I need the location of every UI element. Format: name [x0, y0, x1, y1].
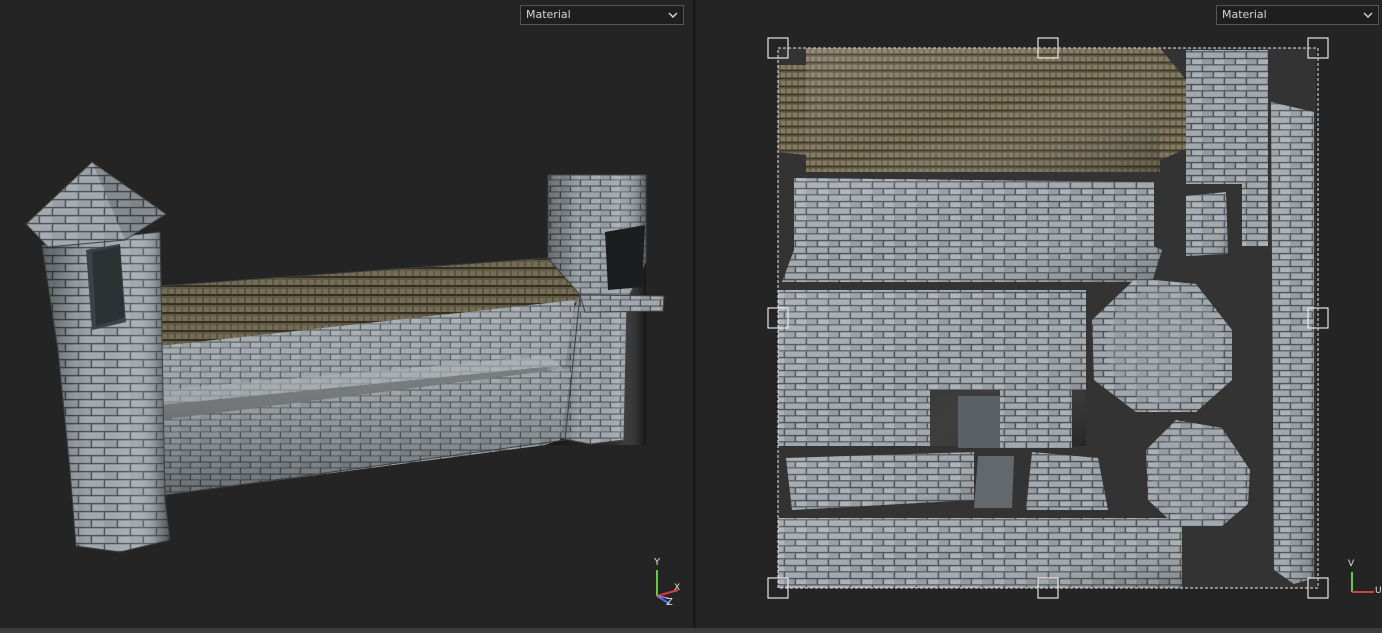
viewport-uv[interactable]: V U Material — [696, 0, 1382, 628]
uv-island-piece-b — [1000, 390, 1072, 448]
axis-x-label: X — [674, 583, 681, 593]
material-select-uv[interactable]: Material — [1216, 5, 1379, 25]
uv-island-wall-long — [782, 178, 1162, 282]
uv-island-strip-b — [1242, 50, 1268, 246]
status-strip — [0, 628, 1382, 633]
uv-island-roof — [778, 48, 1188, 172]
chevron-down-icon — [668, 12, 678, 18]
material-select-3d-value: Material — [526, 8, 571, 21]
uv-island-piece-c — [974, 456, 1014, 508]
uv-island-piece-a — [958, 396, 1000, 448]
uv-layout[interactable] — [696, 0, 1382, 628]
axis-z-label: Z — [666, 597, 673, 608]
uv-island-strip-a — [1186, 50, 1242, 184]
uv-island-piece-d — [1026, 452, 1108, 510]
material-select-uv-value: Material — [1222, 8, 1267, 21]
viewport-3d[interactable]: Y X Z Material — [0, 0, 693, 628]
axis-gizmo-uv — [1351, 572, 1374, 593]
castle-wall-model[interactable] — [0, 0, 693, 628]
axis-v-label: V — [1348, 559, 1355, 569]
chevron-down-icon — [1363, 12, 1373, 18]
main-wall — [159, 257, 581, 496]
left-tower — [25, 161, 171, 553]
axis-u-label: U — [1375, 586, 1382, 596]
axis-y-label: Y — [654, 557, 661, 568]
material-select-3d[interactable]: Material — [520, 5, 684, 25]
